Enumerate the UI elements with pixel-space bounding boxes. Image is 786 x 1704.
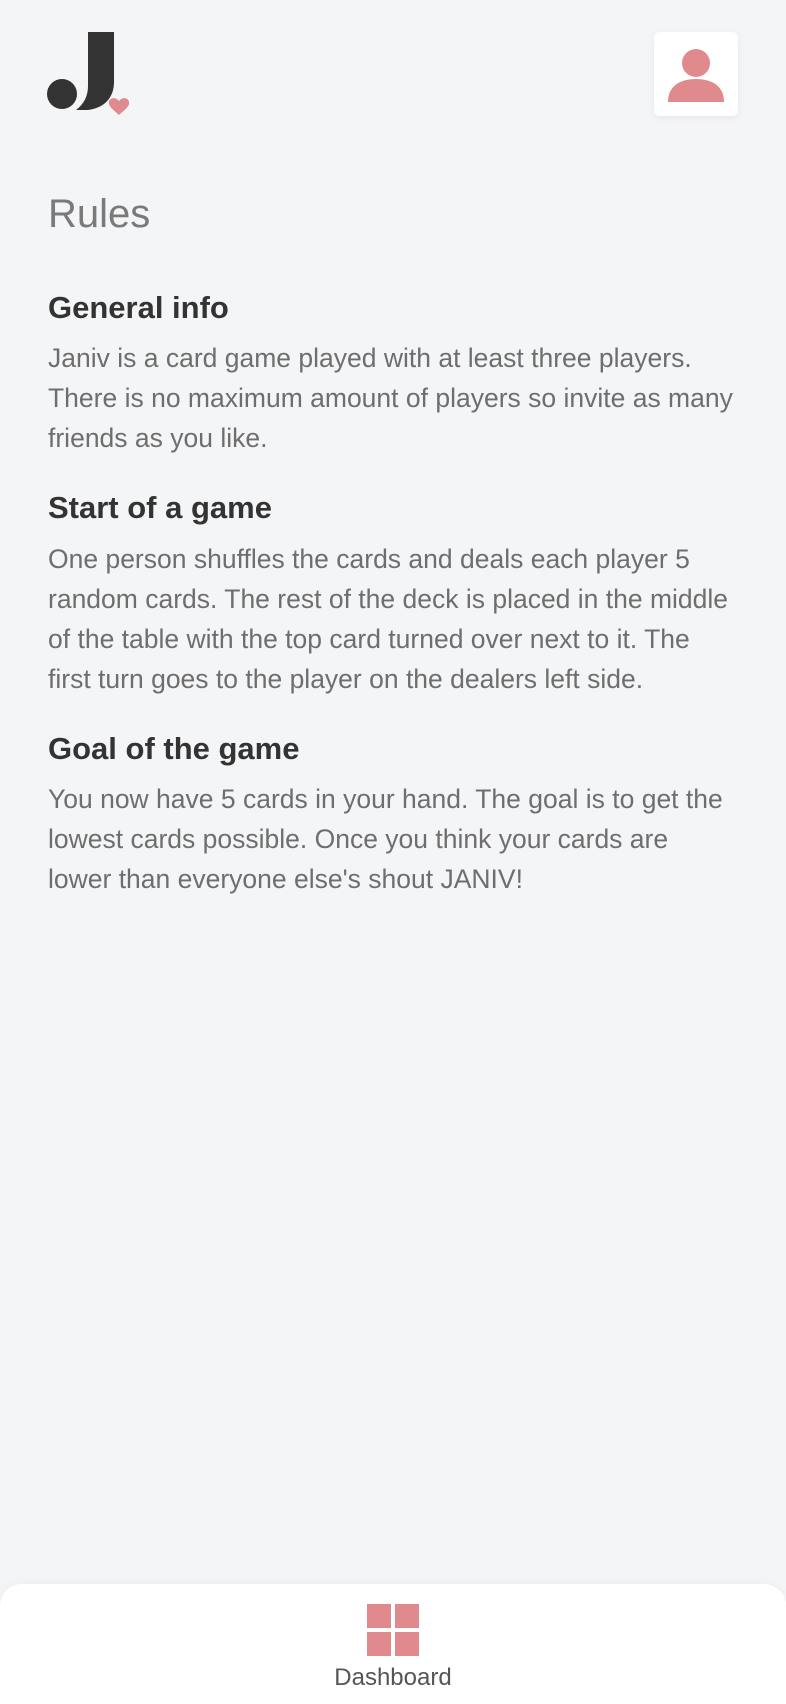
dashboard-grid-icon bbox=[367, 1604, 419, 1656]
rules-content: General info Janiv is a card game played… bbox=[48, 288, 738, 929]
profile-button[interactable] bbox=[654, 32, 738, 116]
nav-item-label: Dashboard bbox=[334, 1664, 452, 1691]
bottom-navigation: Dashboard bbox=[0, 1584, 786, 1704]
section-body: One person shuffles the cards and deals … bbox=[48, 543, 729, 694]
section-heading: Start of a game bbox=[48, 490, 272, 526]
section-heading: Goal of the game bbox=[48, 730, 300, 766]
section-heading: General info bbox=[48, 290, 229, 325]
janiv-logo[interactable] bbox=[46, 30, 132, 116]
rules-page: Rules General info Janiv is a card game … bbox=[0, 0, 786, 1704]
rules-section-general-info: General info Janiv is a card game played… bbox=[48, 288, 738, 458]
section-body: Janiv is a card game played with at leas… bbox=[48, 343, 733, 454]
rules-section-goal-of-game: Goal of the game You now have 5 cards in… bbox=[48, 729, 738, 899]
user-icon bbox=[668, 49, 724, 102]
section-body: You now have 5 cards in your hand. The g… bbox=[48, 783, 723, 894]
rules-section-start-of-game: Start of a game One person shuffles the … bbox=[48, 488, 738, 698]
logo-j-icon bbox=[47, 32, 130, 115]
nav-item-dashboard[interactable]: Dashboard bbox=[318, 1604, 468, 1700]
page-title: Rules bbox=[48, 192, 151, 236]
